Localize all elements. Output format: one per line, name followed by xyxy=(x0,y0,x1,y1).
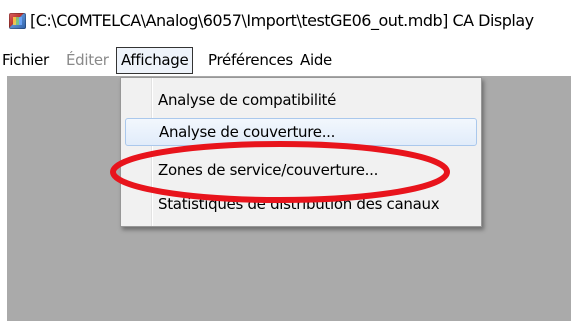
menu-aide[interactable]: Aide xyxy=(300,51,332,69)
title-bar: [C:\COMTELCA\Analog\6057\Import\testGE06… xyxy=(0,0,571,44)
menu-editer: Éditer xyxy=(66,51,109,69)
menu-item-zones-service-couverture[interactable]: Zones de service/couverture... xyxy=(125,156,477,184)
menu-affichage[interactable]: Affichage xyxy=(116,47,194,74)
menu-item-label: Zones de service/couverture... xyxy=(158,161,379,179)
menu-item-statistiques-distribution[interactable]: Statistiques de distribution des canaux xyxy=(125,190,477,218)
menu-bar: Fichier Éditer Affichage Préférences Aid… xyxy=(0,44,571,76)
menu-item-analyse-compatibilite[interactable]: Analyse de compatibilité xyxy=(125,86,477,114)
window-title: [C:\COMTELCA\Analog\6057\Import\testGE06… xyxy=(30,11,534,30)
menu-item-label: Statistiques de distribution des canaux xyxy=(158,195,440,213)
app-icon[interactable] xyxy=(9,13,26,29)
affichage-dropdown-menu: Analyse de compatibilité Analyse de couv… xyxy=(120,77,482,227)
menu-item-label: Analyse de compatibilité xyxy=(158,91,337,109)
menu-item-label: Analyse de couverture... xyxy=(159,123,336,141)
menu-fichier[interactable]: Fichier xyxy=(2,51,49,69)
menu-item-analyse-couverture[interactable]: Analyse de couverture... xyxy=(125,118,477,146)
menu-preferences[interactable]: Préférences xyxy=(208,51,293,69)
